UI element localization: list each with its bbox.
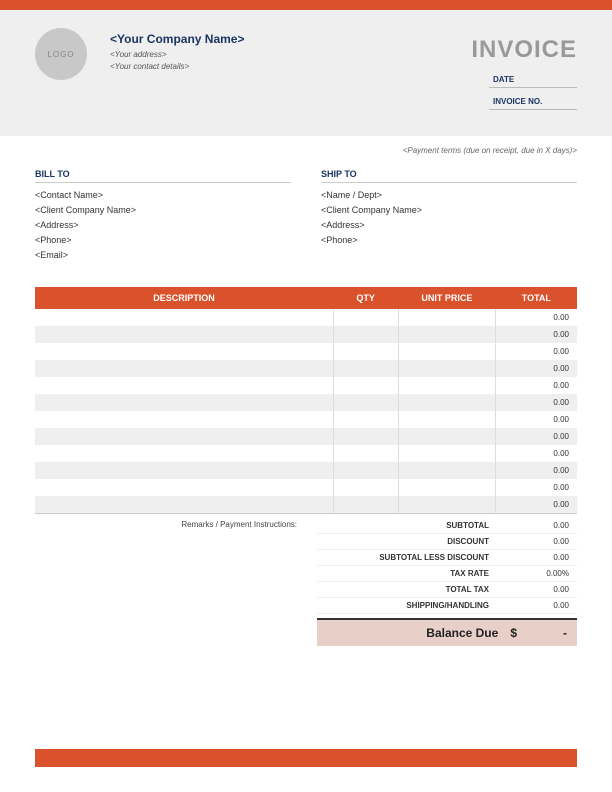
- discount-label: DISCOUNT: [325, 537, 509, 546]
- table-row: 0.00: [35, 479, 577, 496]
- row-total: 0.00: [496, 479, 577, 496]
- table-row: 0.00: [35, 496, 577, 513]
- balance-due-row: Balance Due $ -: [317, 618, 577, 646]
- tax-rate-label: TAX RATE: [325, 569, 509, 578]
- top-accent-bar: [0, 0, 612, 10]
- ship-to-section: SHIP TO <Name / Dept> <Client Company Na…: [321, 169, 577, 265]
- line-items-table: DESCRIPTION QTY UNIT PRICE TOTAL 0.000.0…: [35, 287, 577, 514]
- table-row: 0.00: [35, 326, 577, 343]
- table-row: 0.00: [35, 360, 577, 377]
- shipping-label: SHIPPING/HANDLING: [325, 601, 509, 610]
- bottom-accent-bar: [35, 749, 577, 767]
- payment-terms: <Payment terms (due on receipt, due in X…: [35, 146, 577, 155]
- subtotal-less-label: SUBTOTAL LESS DISCOUNT: [325, 553, 509, 562]
- company-address: <Your address>: [110, 50, 471, 59]
- bill-to-phone: <Phone>: [35, 235, 291, 245]
- col-description: DESCRIPTION: [35, 287, 333, 309]
- table-row: 0.00: [35, 445, 577, 462]
- total-tax-label: TOTAL TAX: [325, 585, 509, 594]
- row-total: 0.00: [496, 462, 577, 479]
- invoice-no-label: INVOICE NO.: [489, 97, 577, 110]
- table-row: 0.00: [35, 394, 577, 411]
- col-total: TOTAL: [496, 287, 577, 309]
- discount-value: 0.00: [509, 537, 569, 546]
- row-total: 0.00: [496, 343, 577, 360]
- bill-to-section: BILL TO <Contact Name> <Client Company N…: [35, 169, 291, 265]
- balance-currency: $: [510, 626, 537, 640]
- table-row: 0.00: [35, 377, 577, 394]
- row-total: 0.00: [496, 411, 577, 428]
- date-label: DATE: [489, 75, 577, 88]
- subtotal-value: 0.00: [509, 521, 569, 530]
- row-total: 0.00: [496, 309, 577, 326]
- ship-to-phone: <Phone>: [321, 235, 577, 245]
- company-contact: <Your contact details>: [110, 62, 471, 71]
- bill-to-email: <Email>: [35, 250, 291, 260]
- bill-to-company: <Client Company Name>: [35, 205, 291, 215]
- row-total: 0.00: [496, 326, 577, 343]
- logo-placeholder: LOGO: [35, 28, 87, 80]
- company-name: <Your Company Name>: [110, 32, 471, 46]
- ship-to-heading: SHIP TO: [321, 169, 577, 183]
- table-row: 0.00: [35, 411, 577, 428]
- bill-to-address: <Address>: [35, 220, 291, 230]
- balance-due-label: Balance Due: [327, 626, 510, 640]
- tax-rate-value: 0.00%: [509, 569, 569, 578]
- ship-to-address: <Address>: [321, 220, 577, 230]
- row-total: 0.00: [496, 360, 577, 377]
- bill-to-contact: <Contact Name>: [35, 190, 291, 200]
- row-total: 0.00: [496, 394, 577, 411]
- table-row: 0.00: [35, 309, 577, 326]
- shipping-value: 0.00: [509, 601, 569, 610]
- ship-to-name: <Name / Dept>: [321, 190, 577, 200]
- table-row: 0.00: [35, 428, 577, 445]
- row-total: 0.00: [496, 445, 577, 462]
- bill-to-heading: BILL TO: [35, 169, 291, 183]
- invoice-title: INVOICE: [471, 36, 577, 64]
- ship-to-company: <Client Company Name>: [321, 205, 577, 215]
- subtotal-label: SUBTOTAL: [325, 521, 509, 530]
- subtotal-less-value: 0.00: [509, 553, 569, 562]
- remarks-label: Remarks / Payment Instructions:: [35, 518, 317, 646]
- header: LOGO <Your Company Name> <Your address> …: [0, 10, 612, 136]
- col-qty: QTY: [333, 287, 398, 309]
- table-row: 0.00: [35, 462, 577, 479]
- row-total: 0.00: [496, 428, 577, 445]
- row-total: 0.00: [496, 377, 577, 394]
- summary-table: SUBTOTAL0.00 DISCOUNT0.00 SUBTOTAL LESS …: [317, 518, 577, 646]
- table-row: 0.00: [35, 343, 577, 360]
- total-tax-value: 0.00: [509, 585, 569, 594]
- balance-value: -: [537, 626, 567, 640]
- row-total: 0.00: [496, 496, 577, 513]
- col-unit-price: UNIT PRICE: [398, 287, 496, 309]
